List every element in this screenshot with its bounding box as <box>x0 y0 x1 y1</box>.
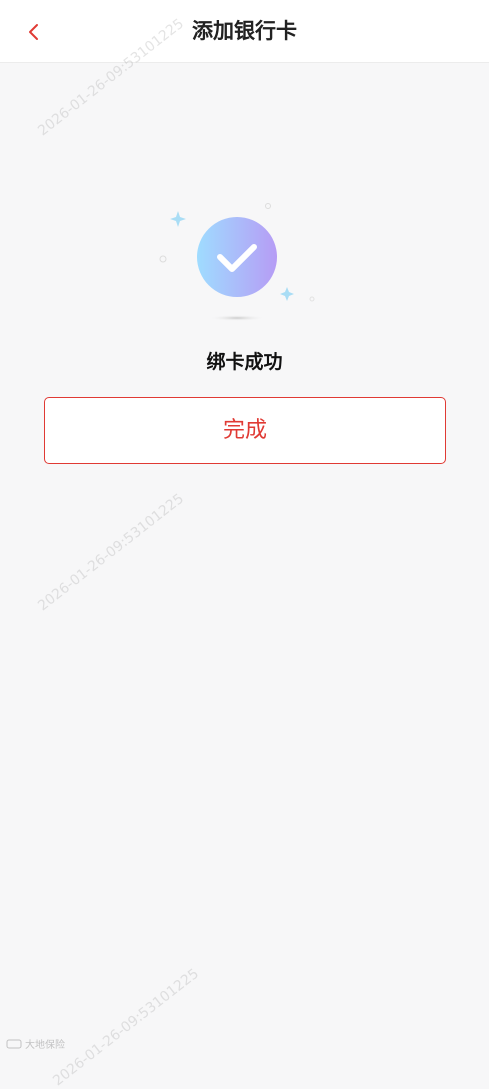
watermark-text: 2026-01-26-09:53101225 <box>35 490 187 615</box>
watermark-text: 2026-01-26-09:53101225 <box>50 965 202 1089</box>
success-check-illustration <box>159 203 315 321</box>
insurance-logo-icon <box>6 1039 22 1048</box>
corner-watermark-logo: 大地保险 <box>6 1036 65 1051</box>
corner-watermark-text: 大地保险 <box>25 1040 65 1051</box>
page-title: 添加银行卡 <box>192 19 297 43</box>
done-button[interactable]: 完成 <box>44 397 446 464</box>
bind-success-message: 绑卡成功 <box>206 351 283 373</box>
top-nav-bar: 添加银行卡 <box>0 0 489 63</box>
